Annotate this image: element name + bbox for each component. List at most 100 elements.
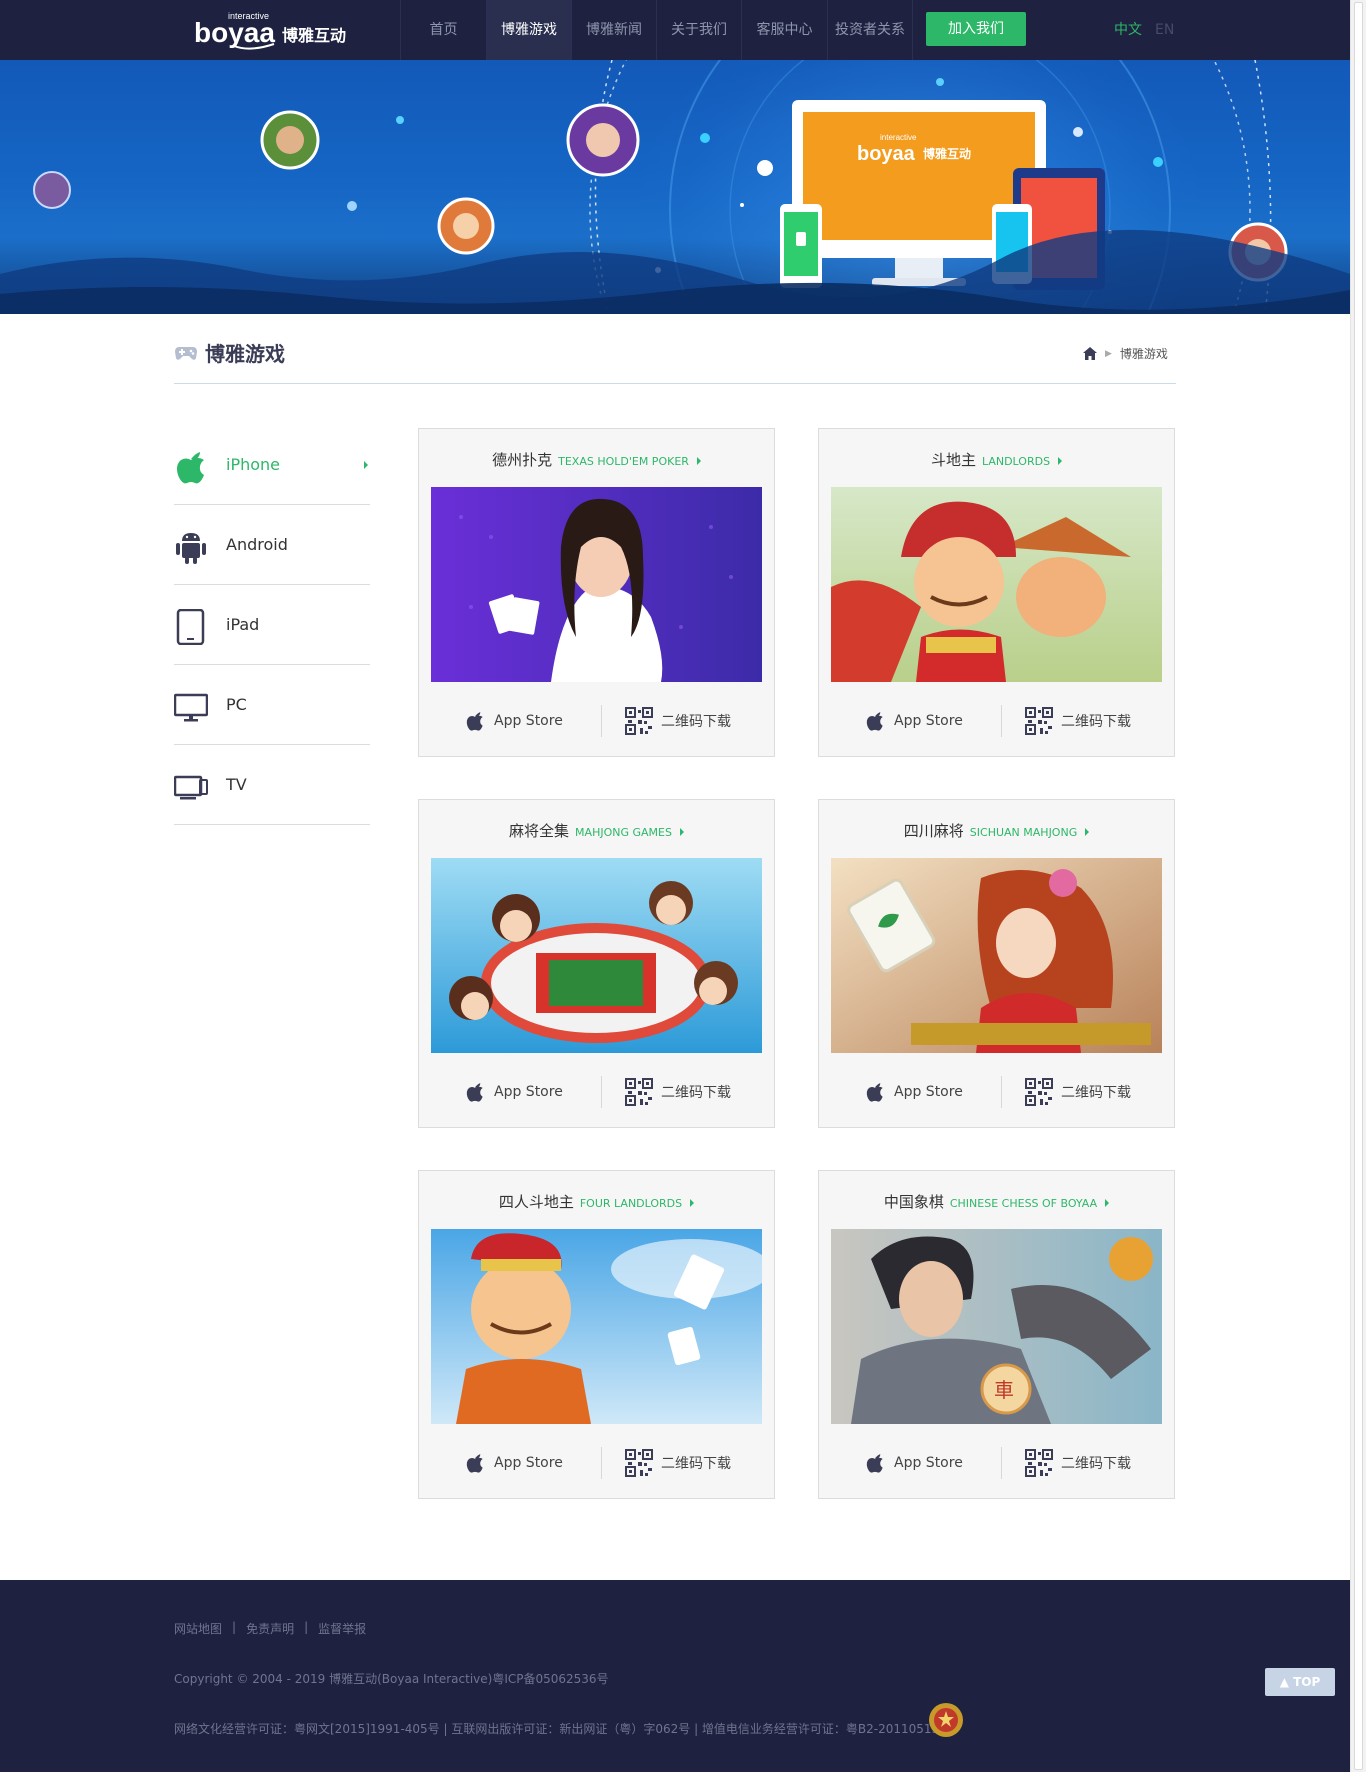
footer-copyright: Copyright © 2004 - 2019 博雅互动(Boyaa Inter… bbox=[174, 1672, 609, 1686]
card-actions: App Store 二维码下载 bbox=[819, 703, 1174, 739]
home-icon[interactable] bbox=[1083, 347, 1097, 360]
action-divider bbox=[601, 1076, 602, 1108]
nav-service[interactable]: 客服中心 bbox=[741, 0, 827, 60]
game-card-title[interactable]: 麻将全集 MAHJONG GAMES bbox=[419, 820, 774, 841]
game-image-chinese-chess[interactable]: 車 bbox=[831, 1229, 1162, 1424]
apple-icon bbox=[466, 1083, 483, 1102]
game-card: 四川麻将 SICHUAN MAHJONG App Store 二维码下载 bbox=[818, 799, 1175, 1128]
chevron-right-icon bbox=[696, 456, 701, 465]
page: interactive boyaa 博雅互动 首页 博雅游戏 博雅新闻 关于我们… bbox=[0, 0, 1350, 1772]
qr-download-link[interactable]: 二维码下载 bbox=[1025, 1445, 1131, 1481]
footer-link-sitemap[interactable]: 网站地图 bbox=[174, 1620, 222, 1637]
gamepad-icon bbox=[175, 347, 197, 360]
police-badge-icon[interactable] bbox=[926, 1700, 966, 1744]
qr-code-icon bbox=[625, 1449, 653, 1477]
sidebar-item-pc[interactable]: PC bbox=[174, 665, 370, 745]
action-divider bbox=[601, 705, 602, 737]
action-divider bbox=[1001, 705, 1002, 737]
qr-download-label: 二维码下载 bbox=[661, 714, 731, 730]
appstore-link[interactable]: App Store bbox=[465, 1074, 563, 1110]
sidebar-label-ipad: iPad bbox=[226, 615, 260, 634]
vertical-scrollbar[interactable] bbox=[1350, 0, 1366, 1772]
game-card: 四人斗地主 FOUR LANDLORDS App Store 二维码下载 bbox=[418, 1170, 775, 1499]
game-card: 德州扑克 TEXAS HOLD'EM POKER App Store 二维码下载 bbox=[418, 428, 775, 757]
game-card-title[interactable]: 斗地主 LANDLORDS bbox=[819, 449, 1174, 470]
monitor-icon bbox=[174, 693, 208, 722]
site-header: interactive boyaa 博雅互动 首页 博雅游戏 博雅新闻 关于我们… bbox=[0, 0, 1350, 60]
apple-icon bbox=[466, 712, 483, 731]
game-image-landlords[interactable] bbox=[831, 487, 1162, 682]
game-card: 斗地主 LANDLORDS App Store 二维码下载 bbox=[818, 428, 1175, 757]
lang-en-link[interactable]: EN bbox=[1155, 0, 1174, 60]
appstore-link[interactable]: App Store bbox=[865, 703, 963, 739]
qr-download-label: 二维码下载 bbox=[1061, 1085, 1131, 1101]
breadcrumb-current: 博雅游戏 bbox=[1119, 347, 1168, 361]
footer-link-disclaimer[interactable]: 免责声明 bbox=[246, 1620, 294, 1637]
qr-download-link[interactable]: 二维码下载 bbox=[1025, 1074, 1131, 1110]
back-to-top-button[interactable]: ▲ TOP bbox=[1265, 1668, 1335, 1696]
chevron-right-icon bbox=[1105, 1198, 1110, 1207]
qr-download-link[interactable]: 二维码下载 bbox=[1025, 703, 1131, 739]
nav-investors[interactable]: 投资者关系 bbox=[827, 0, 913, 60]
qr-download-link[interactable]: 二维码下载 bbox=[625, 703, 731, 739]
qr-download-link[interactable]: 二维码下载 bbox=[625, 1445, 731, 1481]
sidebar-item-android[interactable]: Android bbox=[174, 505, 370, 585]
android-icon bbox=[176, 533, 206, 564]
nav-home[interactable]: 首页 bbox=[400, 0, 486, 60]
game-image-mahjong[interactable] bbox=[431, 858, 762, 1053]
game-title-cn: 四人斗地主 bbox=[498, 1193, 574, 1211]
game-title-en: FOUR LANDLORDS bbox=[579, 1197, 683, 1210]
boyaa-logo[interactable]: interactive boyaa 博雅互动 bbox=[194, 6, 374, 52]
appstore-link[interactable]: App Store bbox=[465, 1445, 563, 1481]
tablet-icon bbox=[176, 609, 205, 645]
action-divider bbox=[601, 1447, 602, 1479]
game-title-cn: 麻将全集 bbox=[509, 822, 570, 840]
action-divider bbox=[1001, 1447, 1002, 1479]
active-arrow-icon bbox=[364, 461, 368, 469]
nav-about[interactable]: 关于我们 bbox=[656, 0, 741, 60]
game-image-sichuan-mahjong[interactable] bbox=[831, 858, 1162, 1053]
game-image-four-landlords[interactable] bbox=[431, 1229, 762, 1424]
appstore-label: App Store bbox=[494, 1455, 563, 1471]
site-footer: 网站地图 | 免责声明 | 监督举报 Copyright © 2004 - 20… bbox=[0, 1580, 1350, 1772]
game-title-cn: 斗地主 bbox=[930, 451, 976, 469]
top-label: TOP bbox=[1293, 1675, 1321, 1689]
sidebar-item-ipad[interactable]: iPad bbox=[174, 585, 370, 665]
game-title-en: TEXAS HOLD'EM POKER bbox=[558, 455, 689, 468]
mountain-silhouette bbox=[0, 229, 1350, 314]
lang-zh-link[interactable]: 中文 bbox=[1114, 0, 1142, 60]
chevron-right-icon bbox=[679, 827, 684, 836]
appstore-link[interactable]: App Store bbox=[865, 1074, 963, 1110]
sidebar-item-tv[interactable]: TV bbox=[174, 745, 370, 825]
card-actions: App Store 二维码下载 bbox=[419, 703, 774, 739]
appstore-label: App Store bbox=[894, 713, 963, 729]
screen-logo: boyaa bbox=[857, 143, 916, 165]
nav-games[interactable]: 博雅游戏 bbox=[486, 0, 571, 60]
qr-download-label: 二维码下载 bbox=[1061, 1456, 1131, 1472]
qr-download-link[interactable]: 二维码下载 bbox=[625, 1074, 731, 1110]
apple-icon bbox=[866, 1454, 883, 1473]
game-card-title[interactable]: 中国象棋 CHINESE CHESS OF BOYAA bbox=[819, 1191, 1174, 1212]
game-image-poker[interactable] bbox=[431, 487, 762, 682]
apple-icon bbox=[866, 712, 883, 731]
footer-link-report[interactable]: 监督举报 bbox=[318, 1620, 366, 1637]
game-card-title[interactable]: 四川麻将 SICHUAN MAHJONG bbox=[819, 820, 1174, 841]
sidebar-item-iphone[interactable]: iPhone bbox=[174, 425, 370, 505]
appstore-link[interactable]: App Store bbox=[865, 1445, 963, 1481]
section-divider bbox=[174, 383, 1176, 384]
game-card-title[interactable]: 四人斗地主 FOUR LANDLORDS bbox=[419, 1191, 774, 1212]
card-actions: App Store 二维码下载 bbox=[819, 1074, 1174, 1110]
breadcrumb-separator-icon: ▶ bbox=[1105, 348, 1112, 359]
game-card-title[interactable]: 德州扑克 TEXAS HOLD'EM POKER bbox=[419, 449, 774, 470]
join-us-button[interactable]: 加入我们 bbox=[926, 12, 1026, 46]
apple-icon bbox=[466, 1454, 483, 1473]
scrollbar-thumb[interactable] bbox=[1354, 2, 1363, 1770]
appstore-link[interactable]: App Store bbox=[465, 703, 563, 739]
card-actions: App Store 二维码下载 bbox=[819, 1445, 1174, 1481]
sidebar-label-tv: TV bbox=[226, 775, 247, 794]
qr-download-label: 二维码下载 bbox=[661, 1456, 731, 1472]
apple-icon bbox=[866, 1083, 883, 1102]
chevron-right-icon bbox=[1058, 456, 1063, 465]
footer-separator: | bbox=[304, 1620, 309, 1634]
nav-news[interactable]: 博雅新闻 bbox=[571, 0, 656, 60]
